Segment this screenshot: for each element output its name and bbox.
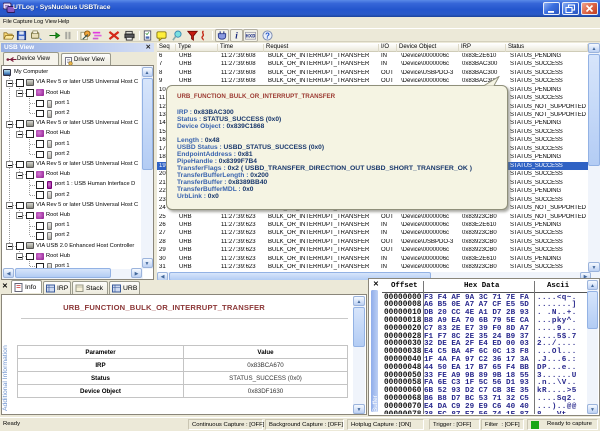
svg-text:i: i bbox=[235, 31, 238, 41]
svg-text:HXD: HXD bbox=[246, 33, 257, 40]
svg-text:?: ? bbox=[265, 31, 270, 40]
